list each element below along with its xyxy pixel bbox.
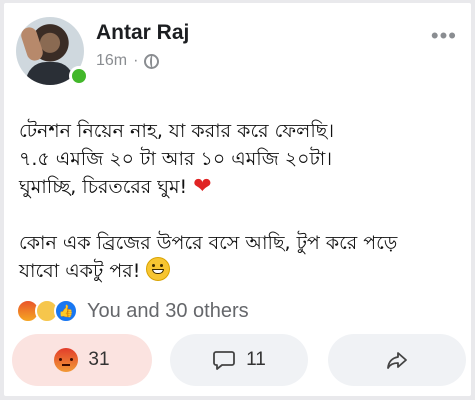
post-card: Antar Raj 16m · ••• টেনশন নিয়েন নাহ, যা… bbox=[4, 3, 471, 396]
post-line: ৭.৫ এমজি ২০ টা আর ১০ এমজি ২০টা। bbox=[19, 148, 333, 170]
heart-emoji: ❤ bbox=[193, 174, 212, 199]
comment-icon bbox=[213, 351, 236, 370]
reaction-summary[interactable]: 👍 You and 30 others bbox=[16, 299, 249, 323]
globe-icon bbox=[144, 53, 160, 69]
post-line: টেনশন নিয়েন নাহ, যা করার করে ফেলছি। bbox=[19, 120, 335, 142]
avatar-arm bbox=[19, 25, 45, 63]
post-meta: 16m · bbox=[96, 52, 160, 70]
react-button[interactable]: 31 bbox=[12, 334, 152, 386]
comment-count: 11 bbox=[246, 349, 266, 370]
meta-separator: · bbox=[133, 52, 139, 69]
reaction-icons: 👍 bbox=[16, 299, 78, 323]
online-status-indicator bbox=[69, 66, 89, 86]
post-line: কোন এক ব্রিজের উপরে বসে আছি, টুপ করে পড়… bbox=[19, 232, 398, 254]
author-name[interactable]: Antar Raj bbox=[96, 21, 189, 45]
like-reaction-icon: 👍 bbox=[54, 299, 78, 323]
reaction-summary-text: You and 30 others bbox=[87, 299, 249, 322]
post-text: টেনশন নিয়েন নাহ, যা করার করে ফেলছি। ৭.৫… bbox=[19, 117, 464, 285]
avatar-shirt bbox=[26, 62, 74, 85]
share-icon bbox=[387, 352, 407, 369]
author-avatar[interactable] bbox=[16, 17, 89, 86]
post-line-with-smiley: যাবো একটু পর! bbox=[19, 257, 464, 285]
more-options-icon[interactable]: ••• bbox=[431, 23, 457, 49]
comment-button[interactable]: 11 bbox=[170, 334, 308, 386]
post-time[interactable]: 16m bbox=[96, 52, 127, 70]
grinning-emoji bbox=[146, 257, 171, 281]
share-button[interactable] bbox=[328, 334, 466, 386]
react-count: 31 bbox=[88, 349, 110, 370]
angry-emoji-icon bbox=[54, 348, 79, 372]
post-line-with-heart: ঘুমাচ্ছি, চিরতরের ঘুম! ❤ bbox=[19, 174, 212, 199]
